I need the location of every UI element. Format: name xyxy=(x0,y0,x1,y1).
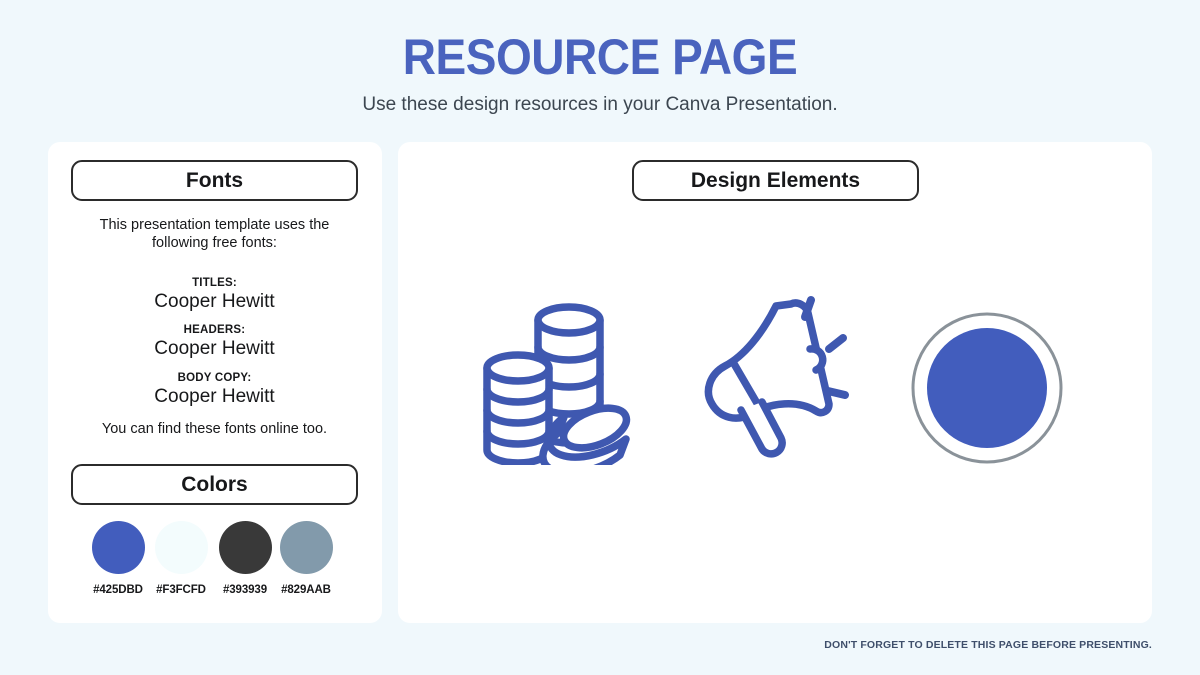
color-swatch-dot xyxy=(91,521,145,574)
design-elements-row xyxy=(420,290,1130,490)
coins-icon xyxy=(475,290,650,477)
font-group-titles: TITLES: Cooper Hewitt xyxy=(71,276,358,313)
colors-section-heading: Colors xyxy=(71,464,358,505)
color-swatch-hex: #425DBD xyxy=(93,584,143,596)
font-label-body-copy: BODY COPY: xyxy=(177,372,252,384)
font-name-headers: Cooper Hewitt xyxy=(154,338,275,359)
font-group-body-copy: BODY COPY: Cooper Hewitt xyxy=(71,371,358,408)
color-swatch-item: #393939 xyxy=(215,521,275,596)
color-swatch-hex: #393939 xyxy=(222,584,268,596)
color-swatch-dot xyxy=(279,521,333,574)
color-swatch-item: #829AAB xyxy=(276,521,336,596)
font-label-titles: TITLES: xyxy=(192,277,237,289)
color-swatch-item: #425DBD xyxy=(88,521,148,596)
font-name-titles: Cooper Hewitt xyxy=(154,291,275,312)
megaphone-icon xyxy=(692,290,867,470)
fonts-outro-text: You can find these fonts online too. xyxy=(101,421,328,437)
footer-note: DON'T FORGET TO DELETE THIS PAGE BEFORE … xyxy=(824,639,1152,651)
font-label-headers: HEADERS: xyxy=(183,324,246,336)
font-name-body-copy: Cooper Hewitt xyxy=(154,386,275,407)
fonts-section-heading: Fonts xyxy=(71,160,358,201)
circle-badge-icon xyxy=(898,290,1073,470)
color-swatch-hex: #829AAB xyxy=(281,584,331,596)
font-group-headers: HEADERS: Cooper Hewitt xyxy=(71,323,358,360)
color-swatch-dot xyxy=(154,521,208,574)
fonts-intro-text: This presentation template uses the foll… xyxy=(99,217,330,251)
color-swatch-item: #F3FCFD xyxy=(151,521,211,596)
design-elements-section-heading: Design Elements xyxy=(632,160,919,201)
color-swatch-hex: #F3FCFD xyxy=(156,584,206,596)
color-swatch-row: #425DBD #F3FCFD #393939 #829AAB xyxy=(88,521,348,611)
color-swatch-dot xyxy=(218,521,272,574)
page-subtitle: Use these design resources in your Canva… xyxy=(362,94,838,115)
page-title: RESOURCE PAGE xyxy=(402,29,798,85)
